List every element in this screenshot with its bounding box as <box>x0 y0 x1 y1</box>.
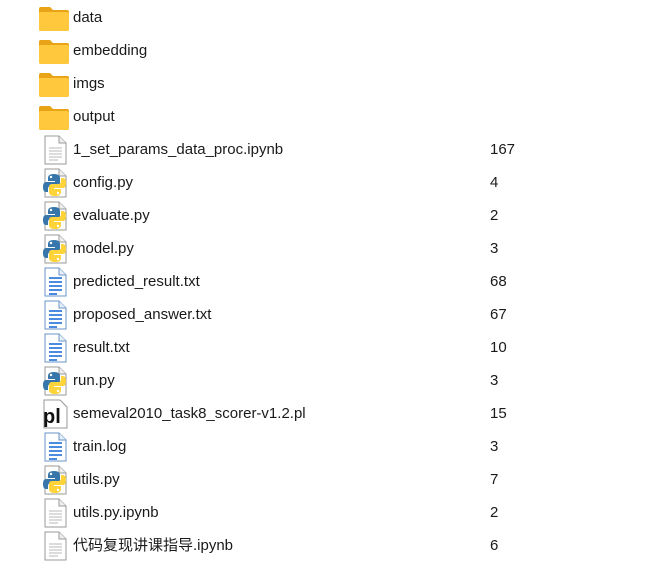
file-size: 7 <box>490 471 499 488</box>
file-size: 6 <box>490 537 499 554</box>
folder-icon <box>39 34 69 67</box>
file-size: 3 <box>490 240 499 257</box>
file-name: result.txt <box>73 339 130 356</box>
file-size: 3 <box>490 438 499 455</box>
file-size: 2 <box>490 504 499 521</box>
generic-file-icon <box>39 529 69 562</box>
file-name: utils.py.ipynb <box>73 504 159 521</box>
file-row[interactable]: config.py 4 <box>0 166 652 199</box>
text-file-icon <box>39 430 69 463</box>
file-row[interactable]: proposed_answer.txt 67 <box>0 298 652 331</box>
file-row[interactable]: evaluate.py 2 <box>0 199 652 232</box>
file-size: 68 <box>490 273 507 290</box>
file-row[interactable]: utils.py 7 <box>0 463 652 496</box>
file-row[interactable]: imgs <box>0 67 652 100</box>
python-file-icon <box>39 199 69 232</box>
folder-icon <box>39 100 69 133</box>
file-name: run.py <box>73 372 115 389</box>
file-row[interactable]: run.py 3 <box>0 364 652 397</box>
file-row[interactable]: data <box>0 1 652 34</box>
file-row[interactable]: output <box>0 100 652 133</box>
file-row[interactable]: train.log 3 <box>0 430 652 463</box>
file-row[interactable]: model.py 3 <box>0 232 652 265</box>
python-file-icon <box>39 232 69 265</box>
file-size: 10 <box>490 339 507 356</box>
python-file-icon <box>39 166 69 199</box>
file-name: data <box>73 9 103 26</box>
text-file-icon <box>39 265 69 298</box>
file-name: output <box>73 108 115 125</box>
file-name: model.py <box>73 240 134 257</box>
file-size: 4 <box>490 174 499 191</box>
file-size: 15 <box>490 405 507 422</box>
file-size: 67 <box>490 306 507 323</box>
file-name: predicted_result.txt <box>73 273 200 290</box>
file-name: 代码复现讲课指导.ipynb <box>73 537 234 554</box>
svg-text:pl: pl <box>43 406 61 428</box>
file-row[interactable]: 代码复现讲课指导.ipynb 6 <box>0 529 652 562</box>
file-name: semeval2010_task8_scorer-v1.2.pl <box>73 405 306 422</box>
text-file-icon <box>39 331 69 364</box>
file-row[interactable]: 1_set_params_data_proc.ipynb 167 <box>0 133 652 166</box>
file-row[interactable]: result.txt 10 <box>0 331 652 364</box>
file-row[interactable]: embedding <box>0 34 652 67</box>
file-size: 167 <box>490 141 516 158</box>
generic-file-icon <box>39 133 69 166</box>
file-name: train.log <box>73 438 127 455</box>
perl-file-icon: pl <box>39 397 69 430</box>
python-file-icon <box>39 364 69 397</box>
file-name: evaluate.py <box>73 207 150 224</box>
file-name: imgs <box>73 75 105 92</box>
file-row[interactable]: predicted_result.txt 68 <box>0 265 652 298</box>
folder-icon <box>39 1 69 34</box>
file-row[interactable]: utils.py.ipynb 2 <box>0 496 652 529</box>
python-file-icon <box>39 463 69 496</box>
file-row[interactable]: pl semeval2010_task8_scorer-v1.2.pl 15 <box>0 397 652 430</box>
file-name: 1_set_params_data_proc.ipynb <box>73 141 284 158</box>
folder-icon <box>39 67 69 100</box>
file-list: data embedding imgs output 1_set_params_… <box>0 0 652 574</box>
file-name: proposed_answer.txt <box>73 306 212 323</box>
file-size: 2 <box>490 207 499 224</box>
file-size: 3 <box>490 372 499 389</box>
file-name: utils.py <box>73 471 120 488</box>
file-name: embedding <box>73 42 148 59</box>
text-file-icon <box>39 298 69 331</box>
file-name: config.py <box>73 174 134 191</box>
generic-file-icon <box>39 496 69 529</box>
